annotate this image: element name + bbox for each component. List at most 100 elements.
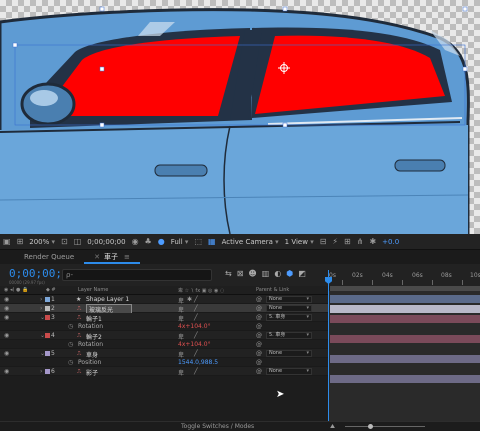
collapse-switch-icon[interactable]: ✱ [187, 296, 192, 303]
pixel-aspect-icon[interactable]: ⊟ [320, 237, 327, 247]
layer-name[interactable]: Shape Layer 1 [86, 296, 129, 303]
fast-preview-icon[interactable]: ⚡ [332, 237, 338, 247]
zoom-dropdown[interactable]: 200% [29, 238, 55, 246]
eye-icon[interactable]: ◉ [4, 332, 9, 339]
label-color[interactable] [45, 369, 50, 374]
region-of-interest-icon[interactable]: ⬚ [194, 237, 202, 247]
always-preview-icon[interactable]: ▣ [3, 237, 11, 247]
parent-dropdown[interactable]: None [266, 305, 312, 312]
parent-dropdown[interactable]: None [266, 368, 312, 375]
parent-dropdown[interactable]: 5. 車身 [266, 314, 312, 321]
snapshot-icon[interactable]: ◉ [132, 237, 139, 247]
property-value[interactable]: 1544.0,988.5 [178, 359, 218, 366]
shy-icon[interactable]: ☻ [248, 269, 256, 278]
layer-name[interactable]: 影子 [86, 368, 98, 377]
tab-render-queue[interactable]: Render Queue [14, 250, 84, 264]
reset-exposure-icon[interactable]: ✱ [369, 237, 376, 247]
eye-icon[interactable]: ◉ [4, 296, 9, 303]
pick-whip-icon[interactable]: @ [256, 368, 262, 375]
parent-dropdown[interactable]: None [266, 350, 312, 357]
layer-duration-bar[interactable] [330, 305, 480, 313]
quality-switch-icon[interactable]: ╱ [194, 305, 198, 312]
pick-whip-icon[interactable]: @ [256, 296, 262, 303]
tab-composition[interactable]: ✕ 車子 ≡ [84, 250, 140, 264]
stopwatch-icon[interactable]: ◷ [68, 323, 73, 330]
property-value[interactable]: 4x+104.0° [178, 341, 211, 348]
parent-header[interactable]: Parent & Link [256, 287, 289, 293]
composition-viewer[interactable] [0, 0, 480, 234]
quality-switch-icon[interactable]: ╱ [194, 350, 198, 357]
close-icon[interactable]: ✕ [94, 253, 100, 261]
layer-name-header[interactable]: Layer Name [78, 287, 108, 293]
pick-whip-icon[interactable]: @ [256, 341, 262, 348]
layer-row[interactable]: ◉ ⌄ 3 ⎍ 輪子1 卑 ╱ @ 5. 車身 [0, 313, 328, 323]
label-color[interactable] [45, 297, 50, 302]
timeline-zoom-knob[interactable] [368, 424, 373, 429]
label-color[interactable] [45, 351, 50, 356]
twirl-icon[interactable]: › [40, 296, 42, 303]
time-ruler[interactable]: 0s 02s 04s 06s 08s 10s [328, 270, 480, 286]
label-color[interactable] [45, 315, 50, 320]
show-snapshot-icon[interactable]: ♣ [145, 237, 152, 247]
timeline-tracks[interactable] [328, 291, 480, 421]
property-row[interactable]: ◷ Rotation 4x+104.0° @ [0, 340, 328, 349]
pick-whip-icon[interactable]: @ [256, 350, 262, 357]
label-color[interactable] [45, 306, 50, 311]
layer-row[interactable]: ◉ ⌄ 5 ⎍ 車身 卑 ╱ @ None [0, 349, 328, 359]
quality-switch-icon[interactable]: ╱ [194, 368, 198, 375]
timeline-zoom-slider[interactable] [345, 426, 425, 427]
motion-blur-icon[interactable]: ◐ [274, 269, 281, 278]
pick-whip-icon[interactable]: @ [256, 314, 262, 321]
property-value[interactable]: 4x+104.0° [178, 323, 211, 330]
graph-icon[interactable]: ◩ [298, 269, 306, 278]
mask-visibility-icon[interactable]: ◫ [74, 237, 82, 247]
playhead[interactable] [328, 270, 329, 421]
quality-switch-icon[interactable]: ╱ [194, 296, 198, 303]
frame-blending-icon[interactable]: ▥ [262, 269, 270, 278]
eye-icon[interactable]: ◉ [4, 314, 9, 321]
viewer-timecode[interactable]: 0;00;00;00 [87, 238, 125, 246]
menu-icon[interactable]: ≡ [124, 253, 130, 261]
pick-whip-icon[interactable]: @ [256, 359, 262, 366]
timeline-icon[interactable]: ⊞ [344, 237, 351, 247]
grid-icon[interactable]: ⊞ [17, 237, 24, 247]
comp-mini-flowchart-icon[interactable]: ⇆ [225, 269, 232, 278]
exposure-value[interactable]: +0.0 [382, 238, 399, 246]
property-row[interactable]: ◷ Position 1544.0,988.5 @ [0, 358, 328, 367]
zoom-out-icon[interactable]: ⛰ [330, 423, 335, 431]
flowchart-icon[interactable]: ⋔ [357, 237, 364, 247]
resolution-dropdown[interactable]: Full [171, 238, 189, 246]
twirl-icon[interactable]: › [40, 368, 42, 375]
camera-dropdown[interactable]: Active Camera [222, 238, 279, 246]
layer-duration-bar[interactable] [330, 295, 480, 303]
stopwatch-icon[interactable]: ◷ [68, 341, 73, 348]
layer-row[interactable]: ◉ › 6 ⎍ 影子 卑 ╱ @ None [0, 367, 328, 377]
layer-duration-bar[interactable] [330, 315, 480, 323]
layer-duration-bar[interactable] [330, 335, 480, 343]
parent-dropdown[interactable]: None [266, 296, 312, 303]
layer-duration-bar[interactable] [330, 355, 480, 363]
twirl-icon[interactable]: › [40, 305, 42, 312]
shy-switch-icon[interactable]: 卑 [178, 368, 184, 377]
layer-row[interactable]: ◉ › 2 ⎍ 玻璃反光 卑 ╱ @ None [0, 304, 328, 315]
graph-editor-icon[interactable]: ⬢ [286, 269, 293, 278]
label-color[interactable] [45, 333, 50, 338]
view-layout-dropdown[interactable]: 1 View [285, 238, 314, 246]
eye-icon[interactable]: ◉ [4, 350, 9, 357]
stopwatch-icon[interactable]: ◷ [68, 359, 73, 366]
safe-margins-icon[interactable]: ⊡ [61, 237, 68, 247]
parent-dropdown[interactable]: 5. 車身 [266, 332, 312, 339]
layer-row[interactable]: ◉ › 1 ★ Shape Layer 1 卑 ✱ ╱ @ None [0, 295, 328, 305]
pick-whip-icon[interactable]: @ [256, 323, 262, 330]
pick-whip-icon[interactable]: @ [256, 305, 262, 312]
quality-switch-icon[interactable]: ╱ [194, 332, 198, 339]
property-row[interactable]: ◷ Rotation 4x+104.0° @ [0, 322, 328, 331]
toggle-switches-modes-button[interactable]: Toggle Switches / Modes [181, 423, 254, 430]
transparency-grid-icon[interactable]: ▦ [208, 237, 216, 247]
channel-icon[interactable]: ● [158, 237, 165, 247]
draft-3d-icon[interactable]: ⊠ [237, 269, 244, 278]
layer-duration-bar[interactable] [330, 375, 480, 383]
eye-icon[interactable]: ◉ [4, 368, 9, 375]
eye-icon[interactable]: ◉ [4, 305, 9, 312]
layer-row[interactable]: ◉ ⌄ 4 ⎍ 輪子2 卑 ╱ @ 5. 車身 [0, 331, 328, 341]
